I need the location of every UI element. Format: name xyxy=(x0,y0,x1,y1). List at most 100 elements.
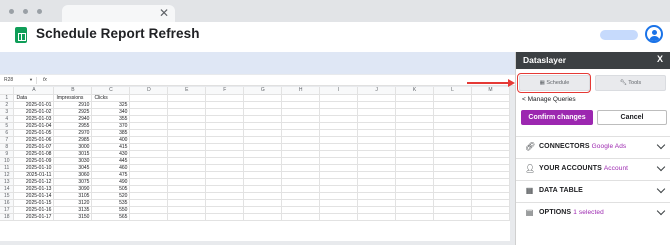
cell[interactable] xyxy=(129,94,169,102)
cell[interactable]: 3120 xyxy=(53,199,93,208)
cell[interactable] xyxy=(281,115,321,123)
cell[interactable] xyxy=(471,192,510,201)
cell[interactable]: 460 xyxy=(91,164,131,173)
cell[interactable]: 2025-01-06 xyxy=(13,136,55,144)
cell[interactable] xyxy=(319,199,359,208)
cell[interactable] xyxy=(167,150,207,158)
cell[interactable]: Impressions xyxy=(53,94,93,102)
cell[interactable] xyxy=(129,115,169,123)
cell[interactable] xyxy=(319,129,359,137)
cell[interactable] xyxy=(471,101,510,109)
tools-button[interactable]: 🔧︎ Tools xyxy=(595,75,666,91)
cell[interactable] xyxy=(281,178,321,187)
row-number[interactable]: 14 xyxy=(0,185,15,194)
cell[interactable] xyxy=(167,157,207,166)
column-header[interactable]: E xyxy=(167,87,207,95)
row-number[interactable]: 18 xyxy=(0,213,15,222)
cell[interactable] xyxy=(395,192,435,201)
cell[interactable] xyxy=(471,171,510,180)
cell[interactable] xyxy=(167,122,207,130)
cell[interactable] xyxy=(471,199,510,208)
cell[interactable] xyxy=(129,157,169,166)
cell[interactable] xyxy=(357,185,397,194)
cell[interactable] xyxy=(471,206,510,215)
cell[interactable]: 475 xyxy=(91,171,131,180)
cell[interactable] xyxy=(395,178,435,187)
cell[interactable] xyxy=(395,122,435,130)
row-number[interactable]: 6 xyxy=(0,129,15,137)
cell[interactable] xyxy=(357,129,397,137)
cell[interactable] xyxy=(281,129,321,137)
cell[interactable]: 2025-01-08 xyxy=(13,150,55,158)
column-header[interactable]: H xyxy=(281,87,321,95)
cell[interactable] xyxy=(167,136,207,144)
cancel-button[interactable]: Cancel xyxy=(597,110,667,125)
cell[interactable]: 2025-01-14 xyxy=(13,192,55,201)
cell[interactable] xyxy=(243,178,283,187)
cell[interactable] xyxy=(319,206,359,215)
cell[interactable] xyxy=(129,185,169,194)
cell[interactable] xyxy=(471,115,510,123)
cell[interactable]: 3060 xyxy=(53,171,93,180)
cell[interactable] xyxy=(129,164,169,173)
cell[interactable] xyxy=(205,199,245,208)
cell[interactable] xyxy=(281,171,321,180)
cell[interactable] xyxy=(129,143,169,151)
cell[interactable]: 2970 xyxy=(53,129,93,137)
cell[interactable] xyxy=(281,150,321,158)
cell[interactable] xyxy=(167,192,207,201)
cell[interactable]: 2025-01-05 xyxy=(13,129,55,137)
cell[interactable] xyxy=(205,192,245,201)
cell[interactable] xyxy=(129,192,169,201)
cell[interactable]: 400 xyxy=(91,136,131,144)
cell[interactable] xyxy=(129,213,169,222)
cell[interactable]: 3000 xyxy=(53,143,93,151)
row-number[interactable]: 15 xyxy=(0,192,15,201)
column-header[interactable]: B xyxy=(53,87,93,95)
row-number[interactable]: 17 xyxy=(0,206,15,215)
cell[interactable] xyxy=(433,206,472,215)
dropdown-arrow-icon[interactable]: ▼ xyxy=(29,77,33,82)
cell[interactable] xyxy=(167,108,207,116)
cell[interactable] xyxy=(281,213,321,222)
column-header[interactable]: K xyxy=(395,87,435,95)
cell[interactable] xyxy=(319,143,359,151)
cell[interactable] xyxy=(319,213,359,222)
cell[interactable] xyxy=(357,157,397,166)
cell[interactable] xyxy=(471,178,510,187)
window-maximize-dot[interactable] xyxy=(37,9,42,14)
panel-close-icon[interactable]: X xyxy=(657,54,663,64)
column-header[interactable]: G xyxy=(243,87,283,95)
manage-queries-link[interactable]: < Manage Queries xyxy=(522,96,576,103)
cell[interactable] xyxy=(243,101,283,109)
cell[interactable] xyxy=(205,136,245,144)
cell[interactable] xyxy=(129,150,169,158)
cell[interactable] xyxy=(243,129,283,137)
cell[interactable]: 2940 xyxy=(53,115,93,123)
name-box[interactable]: R28 ▼ xyxy=(3,77,37,84)
cell[interactable]: 340 xyxy=(91,108,131,116)
cell[interactable] xyxy=(167,171,207,180)
cell[interactable] xyxy=(243,157,283,166)
cell[interactable] xyxy=(433,192,472,201)
cell[interactable] xyxy=(433,143,472,151)
cell[interactable] xyxy=(129,108,169,116)
cell[interactable] xyxy=(129,122,169,130)
row-number[interactable]: 5 xyxy=(0,122,15,130)
cell[interactable] xyxy=(357,213,397,222)
sheets-logo-icon[interactable] xyxy=(15,27,27,43)
cell[interactable] xyxy=(357,122,397,130)
cell[interactable] xyxy=(433,129,472,137)
cell[interactable]: 325 xyxy=(91,101,131,109)
select-all-corner[interactable] xyxy=(0,87,15,95)
cell[interactable] xyxy=(357,199,397,208)
cell[interactable] xyxy=(319,171,359,180)
chevron-down-icon[interactable] xyxy=(656,206,666,216)
connectors-section[interactable]: 🔗︎ CONNECTORS Google Ads xyxy=(516,136,670,157)
cell[interactable] xyxy=(395,157,435,166)
cell[interactable] xyxy=(395,94,435,102)
document-title[interactable]: Schedule Report Refresh xyxy=(36,26,200,41)
cell[interactable] xyxy=(395,213,435,222)
cell[interactable]: Clicks xyxy=(91,94,131,102)
cell[interactable] xyxy=(167,164,207,173)
